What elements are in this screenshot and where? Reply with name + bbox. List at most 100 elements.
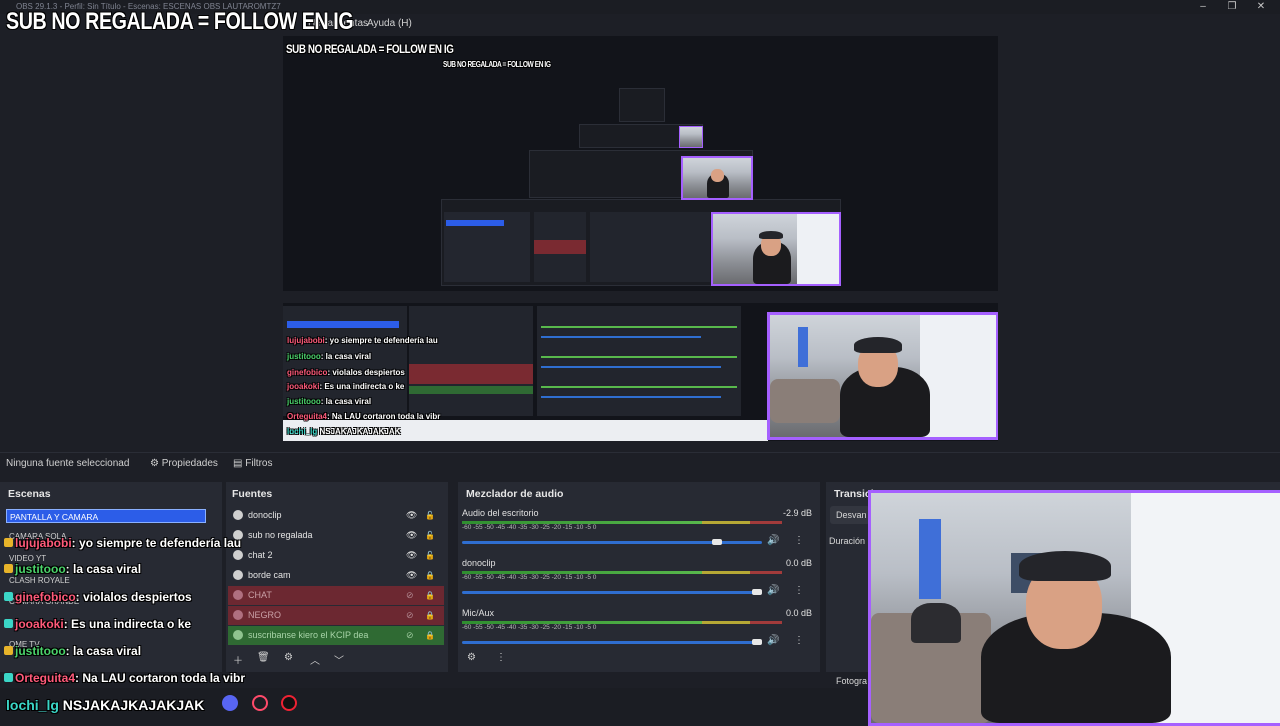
chat-text: violalos despiertos [83,590,192,604]
instagram-icon [252,695,268,711]
eye-off-icon[interactable]: ⊘ [406,586,414,605]
preview-footer-handle: lochi_lg NSJAKAJKAJAKJAK [287,427,401,436]
move-up-button[interactable]: ︿ [310,652,320,667]
menu-help[interactable]: Ayuda (H) [367,18,412,29]
source-icon [233,610,243,620]
volume-slider-knob[interactable] [752,639,762,645]
discord-icon [222,695,238,711]
meter-scale: -60 -55 -50 -45 -40 -35 -30 -25 -20 -15 … [462,524,597,531]
preview-overlay-banner-2: SUB NO REGALADA = FOLLOW EN IG [443,60,551,69]
source-icon [233,630,243,640]
preview-chat-line: Orteguita4: Na LAU cortaron toda la vibr [287,412,441,421]
no-source-label: Ninguna fuente seleccionad [6,458,130,469]
preview-chat-line: lujujabobi: yo siempre te defendería lau [287,336,438,345]
preview-mixer-dock [537,306,741,416]
mixer-channel-db: 0.0 dB [786,608,813,618]
mixer-header: Mezclador de audio [466,488,564,500]
mixer-channel-label: Audio del escritorio [462,508,539,518]
add-source-button[interactable]: ＋ [233,652,243,667]
mixer-channel-label: donoclip [462,558,496,568]
eye-off-icon[interactable]: ⊘ [406,606,414,625]
more-options-icon[interactable]: ⋮ [794,535,804,546]
nested-camera-3 [711,212,841,286]
eye-icon[interactable]: 👁 [406,566,417,585]
preview-chat-line: justitooo: la casa viral [287,352,372,361]
chat-message: Orteguita4: Na LAU cortaron toda la vibr [4,671,245,685]
lock-icon[interactable]: 🔒 [425,626,435,645]
scene-item[interactable]: CLASH ROYALE [9,576,70,585]
speaker-icon[interactable]: 🔊 [767,585,779,596]
source-icon [233,590,243,600]
scenes-header: Escenas [8,488,51,500]
volume-slider-knob[interactable] [752,589,762,595]
source-item[interactable]: NEGRO ⊘ 🔒 [228,606,444,625]
lock-icon[interactable]: 🔒 [425,606,435,625]
chat-text: Es una indirecta o ke [71,617,192,631]
eye-off-icon[interactable]: ⊘ [406,626,414,645]
source-item[interactable]: suscribanse kiero el KCIP dea ⊘ 🔒 [228,626,444,645]
sources-header: Fuentes [232,488,273,500]
source-item[interactable]: sub no regalada 👁 🔓 [228,526,444,545]
overlay-banner: SUB NO REGALADA = FOLLOW EN IG [6,8,354,35]
lock-icon[interactable]: 🔒 [425,586,435,605]
source-item[interactable]: chat 2 👁 🔓 [228,546,444,565]
lock-icon[interactable]: 🔓 [425,506,435,525]
mixer-menu-icon[interactable]: ⋮ [496,652,506,663]
source-item[interactable]: CHAT ⊘ 🔒 [228,586,444,605]
mixer-channel-db: -2.9 dB [783,508,813,518]
eye-icon[interactable]: 👁 [406,506,417,525]
nested-camera-1 [679,126,703,148]
source-item[interactable]: borde cam 👁 🔒 [228,566,444,585]
properties-label: Propiedades [161,458,218,469]
remove-source-button[interactable]: 🗑 [257,652,270,663]
scene-item-selected[interactable]: PANTALLA Y CAMARA [6,509,206,523]
lock-icon[interactable]: 🔓 [425,526,435,545]
more-options-icon[interactable]: ⋮ [794,585,804,596]
chat-message: lujujabobi: yo siempre te defendería lau [4,536,241,550]
volume-slider-knob[interactable] [712,539,722,545]
preview-overlay-banner: SUB NO REGALADA = FOLLOW EN IG [286,42,454,56]
chat-text: la casa viral [73,562,142,576]
tiktok-icon [281,695,297,711]
volume-slider[interactable] [462,591,762,594]
footer-handle: lochi_lg NSJAKAJKAJAKJAK [6,697,204,713]
move-down-button[interactable]: ﹀ [334,652,344,667]
mixer-channel-label: Mic/Aux [462,608,495,618]
chat-message: jooakoki: Es una indirecta o ke [4,617,191,631]
lock-icon[interactable]: 🔒 [425,566,435,585]
filters-button[interactable]: ▤ Filtros [233,458,272,469]
speaker-icon[interactable]: 🔊 [767,535,779,546]
more-options-icon[interactable]: ⋮ [794,635,804,646]
studio-mode-label: Fotogra [836,676,868,686]
filter-icon: ▤ [233,458,246,469]
source-settings-button[interactable]: ⚙ [284,652,293,663]
mixer-channel-db: 0.0 dB [786,558,813,568]
eye-icon[interactable]: 👁 [406,526,417,545]
chat-username: ginefobico [15,590,76,604]
properties-button[interactable]: ⚙ Propiedades [150,458,218,469]
preview-status-row [283,291,998,303]
meter-scale: -60 -55 -50 -45 -40 -35 -30 -25 -20 -15 … [462,574,597,581]
speaker-icon[interactable]: 🔊 [767,635,779,646]
preview-camera [767,312,998,440]
minimize-icon[interactable]: – [1194,1,1212,12]
chat-username: jooakoki [15,617,64,631]
preview-sources-dock [409,306,533,416]
preview-chat-line: justitooo: la casa viral [287,397,372,406]
eye-icon[interactable]: 👁 [406,546,417,565]
handle-text: NSJAKAJKAJAKJAK [62,697,205,713]
mixer-settings-icon[interactable]: ⚙ [467,652,476,663]
maximize-icon[interactable]: ❐ [1223,1,1241,12]
gear-icon: ⚙ [150,458,162,469]
chat-username: lujujabobi [15,536,72,550]
transition-select[interactable]: Desvan [830,506,870,524]
webcam-overlay [868,490,1280,726]
close-icon[interactable]: ✕ [1252,1,1270,12]
volume-slider[interactable] [462,641,762,644]
nested-preview-0 [619,88,665,122]
lock-icon[interactable]: 🔓 [425,546,435,565]
chat-text: Na LAU cortaron toda la vibr [82,671,246,685]
preview-canvas[interactable]: SUB NO REGALADA = FOLLOW EN IG SUB NO RE… [283,36,998,441]
source-item[interactable]: donoclip 👁 🔓 [228,506,444,525]
chat-text: la casa viral [73,644,142,658]
